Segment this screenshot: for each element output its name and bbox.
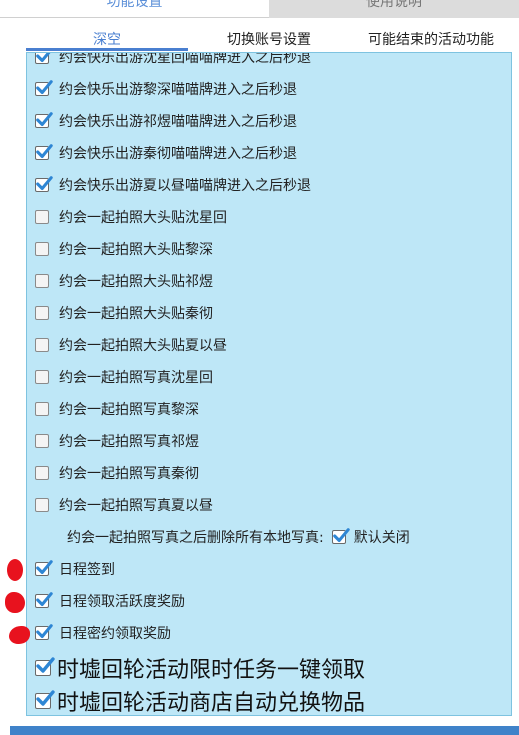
schedule-option-checkbox[interactable] xyxy=(35,560,53,576)
option-checkbox[interactable] xyxy=(35,466,49,480)
option-label: 约会一起拍照写真秦彻 xyxy=(59,466,199,482)
schedule-option-label: 日程签到 xyxy=(59,562,115,578)
event-option-checkbox[interactable] xyxy=(35,690,55,709)
option-checkbox[interactable] xyxy=(35,498,49,512)
checkmark-icon xyxy=(36,690,55,706)
event-option-row[interactable]: 时墟回轮活动限时任务一键领取 xyxy=(35,652,365,684)
event-option-checkbox[interactable] xyxy=(35,657,55,676)
option-row[interactable]: 约会一起拍照大头贴沈星回 xyxy=(35,201,227,233)
checkmark-icon xyxy=(36,80,53,95)
checkmark-icon xyxy=(36,592,53,607)
option-label: 约会一起拍照大头贴祁煜 xyxy=(59,274,213,290)
option-row[interactable]: 约会一起拍照大头贴夏以昼 xyxy=(35,329,227,361)
option-checkbox[interactable] xyxy=(35,176,53,192)
option-label: 约会快乐出游祁煜喵喵牌进入之后秒退 xyxy=(59,114,297,130)
option-checkbox[interactable] xyxy=(35,210,49,224)
delete-photos-row: 约会一起拍照写真之后删除所有本地写真: 默认关闭 xyxy=(67,521,410,553)
option-row[interactable]: 约会一起拍照写真祁煜 xyxy=(35,425,199,457)
option-label: 约会快乐出游沈星回喵喵牌进入之后秒退 xyxy=(59,52,311,66)
checkmark-icon xyxy=(36,560,53,575)
schedule-option-label: 日程领取活跃度奖励 xyxy=(59,594,185,610)
checkmark-icon xyxy=(36,657,55,673)
option-row[interactable]: 约会快乐出游秦彻喵喵牌进入之后秒退 xyxy=(35,137,297,169)
tab-label: 使用说明 xyxy=(366,0,422,10)
option-label: 约会快乐出游秦彻喵喵牌进入之后秒退 xyxy=(59,146,297,162)
option-row[interactable]: 约会快乐出游祁煜喵喵牌进入之后秒退 xyxy=(35,105,297,137)
top-tab-bar: 功能设置 使用说明 xyxy=(0,0,519,18)
option-row[interactable]: 约会一起拍照大头贴祁煜 xyxy=(35,265,213,297)
tab-function-settings[interactable]: 功能设置 xyxy=(0,0,269,18)
settings-panel[interactable]: 约会快乐出游沈星回喵喵牌进入之后秒退 约会快乐出游黎深喵喵牌进入之后秒退 约会快乐出… xyxy=(26,52,512,716)
tab-switch-account-settings[interactable]: 切换账号设置 xyxy=(188,28,350,52)
option-checkbox[interactable] xyxy=(35,306,49,320)
delete-photos-label: 约会一起拍照写真之后删除所有本地写真: xyxy=(67,530,324,546)
option-checkbox[interactable] xyxy=(35,274,49,288)
option-label: 约会一起拍照写真黎深 xyxy=(59,402,199,418)
schedule-option-label: 日程密约领取奖励 xyxy=(59,626,171,642)
schedule-option-row[interactable]: 日程签到 xyxy=(35,553,115,585)
checkmark-icon xyxy=(36,53,51,63)
option-row[interactable]: 约会一起拍照写真黎深 xyxy=(35,393,199,425)
option-checkbox[interactable] xyxy=(35,242,49,256)
option-checkbox[interactable] xyxy=(35,338,49,352)
option-label: 约会一起拍照大头贴沈星回 xyxy=(59,210,227,226)
delete-photos-option-label: 默认关闭 xyxy=(353,530,410,546)
tab-instructions[interactable]: 使用说明 xyxy=(269,0,519,18)
checkmark-icon xyxy=(36,144,53,159)
schedule-option-checkbox[interactable] xyxy=(35,624,53,640)
option-checkbox[interactable] xyxy=(35,144,53,160)
option-row[interactable]: 约会快乐出游黎深喵喵牌进入之后秒退 xyxy=(35,73,297,105)
option-label: 约会一起拍照写真夏以昼 xyxy=(59,498,213,514)
option-label: 约会一起拍照大头贴黎深 xyxy=(59,242,213,258)
schedule-option-row[interactable]: 日程领取活跃度奖励 xyxy=(35,585,185,617)
option-label: 约会快乐出游黎深喵喵牌进入之后秒退 xyxy=(59,82,297,98)
option-row[interactable]: 约会快乐出游沈星回喵喵牌进入之后秒退 xyxy=(35,52,311,73)
option-label: 约会一起拍照写真祁煜 xyxy=(59,434,199,450)
option-checkbox[interactable] xyxy=(35,80,53,96)
option-row[interactable]: 约会一起拍照写真夏以昼 xyxy=(35,489,213,521)
option-label: 约会快乐出游夏以昼喵喵牌进入之后秒退 xyxy=(59,178,311,194)
event-option-label: 时墟回轮活动商店自动兑换物品 xyxy=(57,691,366,716)
option-label: 约会一起拍照大头贴夏以昼 xyxy=(59,338,227,354)
option-checkbox[interactable] xyxy=(35,53,51,64)
option-row[interactable]: 约会快乐出游夏以昼喵喵牌进入之后秒退 xyxy=(35,169,311,201)
option-row[interactable]: 约会一起拍照大头贴秦彻 xyxy=(35,297,213,329)
option-label: 约会一起拍照大头贴秦彻 xyxy=(59,306,213,322)
option-checkbox[interactable] xyxy=(35,434,49,448)
event-option-label: 时墟回轮活动限时任务一键领取 xyxy=(57,658,366,683)
checkmark-icon xyxy=(36,624,53,639)
checkmark-icon xyxy=(332,528,350,543)
delete-photos-checkbox[interactable] xyxy=(331,528,350,544)
option-label: 约会一起拍照写真沈星回 xyxy=(59,370,213,386)
option-checkbox[interactable] xyxy=(35,402,49,416)
annotation-mark xyxy=(5,592,25,613)
active-tab-indicator xyxy=(26,48,188,51)
schedule-option-checkbox[interactable] xyxy=(35,592,53,608)
event-option-row[interactable]: 时墟回轮活动商店自动兑换物品 xyxy=(35,685,366,716)
annotation-mark xyxy=(7,559,23,581)
option-row[interactable]: 约会一起拍照写真秦彻 xyxy=(35,457,199,489)
option-row[interactable]: 约会一起拍照大头贴黎深 xyxy=(35,233,213,265)
option-checkbox[interactable] xyxy=(35,112,53,128)
checkmark-icon xyxy=(36,112,53,127)
option-row[interactable]: 约会一起拍照写真沈星回 xyxy=(35,361,213,393)
bottom-bar xyxy=(10,726,519,735)
tab-label: 功能设置 xyxy=(106,0,163,10)
checkmark-icon xyxy=(36,176,53,191)
schedule-option-row[interactable]: 日程密约领取奖励 xyxy=(35,617,171,649)
tab-ending-event-features[interactable]: 可能结束的活动功能 xyxy=(350,28,512,52)
option-checkbox[interactable] xyxy=(35,370,49,384)
